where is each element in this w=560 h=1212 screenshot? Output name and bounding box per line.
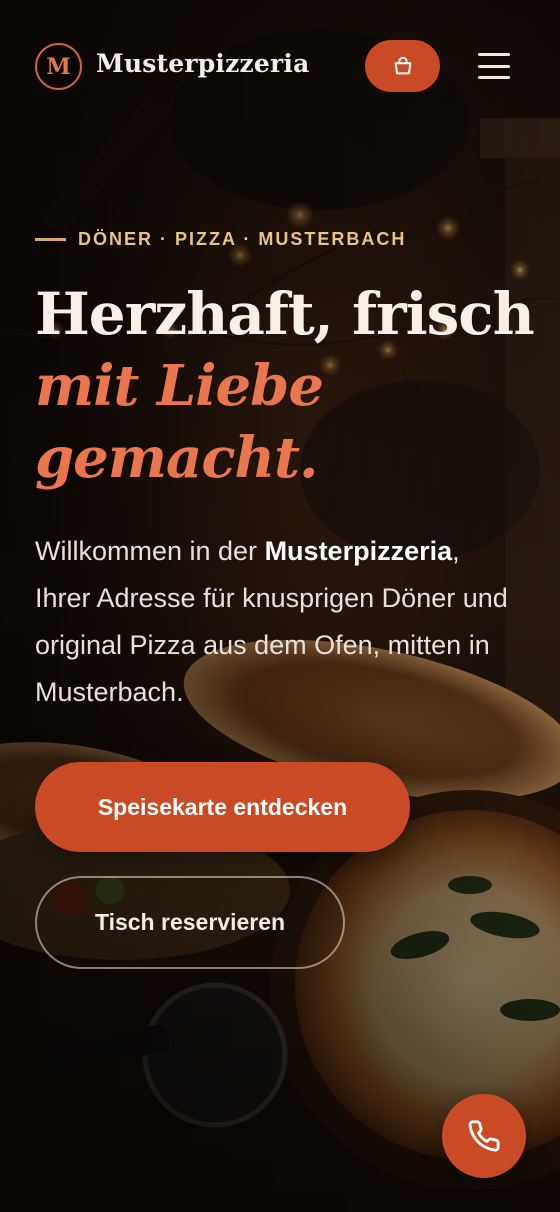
logo-icon[interactable]: M xyxy=(35,43,82,90)
intro-brand: Musterpizzeria xyxy=(264,536,453,566)
headline-accent-line-1: mit Liebe xyxy=(35,353,324,419)
menu-button[interactable] xyxy=(472,48,516,84)
hamburger-line xyxy=(478,76,510,79)
eyebrow-divider xyxy=(35,238,66,241)
phone-icon xyxy=(468,1120,500,1152)
brand-name[interactable]: Musterpizzeria xyxy=(96,49,310,78)
shopping-basket-icon xyxy=(394,56,411,75)
hero-eyebrow: DÖNER · PIZZA · MUSTERBACH xyxy=(35,229,406,250)
hamburger-line xyxy=(478,64,510,68)
site-header: M Musterpizzeria xyxy=(0,0,560,132)
hero-intro: Willkommen in der Musterpizzeria, Ihrer … xyxy=(35,528,515,716)
hero-headline-accent: mit Liebe gemacht. xyxy=(35,350,324,494)
intro-prefix: Willkommen in der xyxy=(35,536,265,566)
headline-accent-line-2: gemacht. xyxy=(35,425,318,491)
eyebrow-text: DÖNER · PIZZA · MUSTERBACH xyxy=(78,229,407,249)
reserve-table-button[interactable]: Tisch reservieren xyxy=(35,876,345,969)
hamburger-menu-icon xyxy=(478,53,510,56)
hero-headline: Herzhaft, frisch xyxy=(35,280,535,348)
cart-button[interactable] xyxy=(365,40,440,92)
menu-cta-button[interactable]: Speisekarte entdecken xyxy=(35,762,410,852)
call-button[interactable] xyxy=(442,1094,526,1178)
